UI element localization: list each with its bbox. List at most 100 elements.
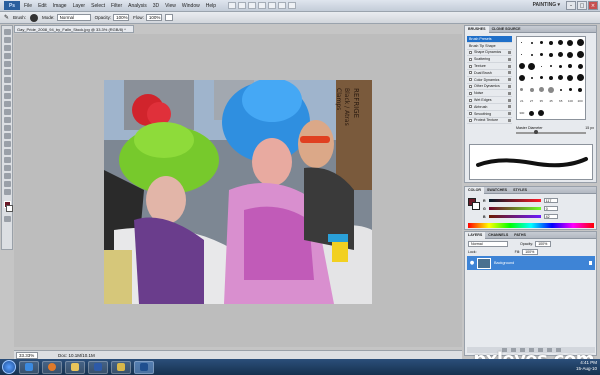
layer-name[interactable]: Background xyxy=(494,261,514,265)
brush-preset-picker[interactable] xyxy=(30,13,39,22)
master-diameter-value[interactable]: 15 px xyxy=(585,126,594,130)
zoom-tool-icon[interactable] xyxy=(258,2,267,9)
minimize-button[interactable]: – xyxy=(566,1,576,10)
brush-tip[interactable] xyxy=(520,88,524,92)
brush-tip[interactable] xyxy=(578,87,583,92)
pen-tool-icon[interactable] xyxy=(3,141,11,147)
brush-tool-icon[interactable] xyxy=(3,85,11,91)
brush-section-item[interactable]: Protect Texture xyxy=(467,118,512,125)
menu-3d[interactable]: 3D xyxy=(153,3,159,9)
menu-image[interactable]: Image xyxy=(53,3,67,9)
brush-section-item[interactable]: Scattering xyxy=(467,56,512,64)
brush-tip[interactable] xyxy=(538,110,545,117)
menu-view[interactable]: View xyxy=(165,3,176,9)
section-checkbox[interactable] xyxy=(469,112,472,116)
blur-tool-icon[interactable] xyxy=(3,125,11,131)
taskbar-folder[interactable] xyxy=(111,360,131,374)
section-checkbox[interactable] xyxy=(469,98,472,102)
visibility-eye-icon[interactable]: ● xyxy=(469,260,475,266)
lock-icon[interactable] xyxy=(508,84,511,88)
green-slider[interactable] xyxy=(488,207,541,210)
brush-tip[interactable] xyxy=(559,88,562,91)
section-checkbox[interactable] xyxy=(469,57,472,61)
brush-tip[interactable] xyxy=(539,41,543,45)
flow-field[interactable]: 100% xyxy=(145,14,162,21)
menu-window[interactable]: Window xyxy=(182,3,200,9)
brush-tip[interactable] xyxy=(568,88,572,92)
lock-icon[interactable] xyxy=(508,57,511,61)
section-checkbox[interactable] xyxy=(469,91,472,95)
mini-bridge-icon[interactable] xyxy=(238,2,247,9)
maximize-button[interactable]: □ xyxy=(577,1,587,10)
section-checkbox[interactable] xyxy=(469,118,472,122)
opacity-field[interactable]: 100% xyxy=(113,14,130,21)
menu-edit[interactable]: Edit xyxy=(38,3,47,9)
document-tab[interactable]: Gay_Pride_2008_94_by_Falln_Stock.jpg @ 3… xyxy=(14,25,134,33)
brush-tip[interactable] xyxy=(521,42,523,44)
brush-section-item[interactable]: Other Dynamics xyxy=(467,84,512,91)
marquee-tool-icon[interactable] xyxy=(3,37,11,43)
brush-tip[interactable] xyxy=(530,41,533,44)
brush-tip[interactable] xyxy=(539,53,543,57)
shape-tool-icon[interactable] xyxy=(3,165,11,171)
lock-icon[interactable] xyxy=(508,50,511,54)
fill-field[interactable]: 100% xyxy=(522,249,539,255)
crop-tool-icon[interactable] xyxy=(3,61,11,67)
eyedropper-tool-icon[interactable] xyxy=(3,69,11,75)
brush-tip[interactable] xyxy=(518,74,525,81)
path-selection-tool-icon[interactable] xyxy=(3,157,11,163)
brush-tip[interactable] xyxy=(567,39,574,46)
dodge-tool-icon[interactable] xyxy=(3,133,11,139)
menu-filter[interactable]: Filter xyxy=(111,3,122,9)
layer-opacity-field[interactable]: 100% xyxy=(535,241,552,247)
brush-section-item[interactable]: Noise xyxy=(467,90,512,98)
brush-tool-icon[interactable]: ✎ xyxy=(4,14,9,21)
lock-icon[interactable] xyxy=(508,64,511,68)
menu-select[interactable]: Select xyxy=(91,3,105,9)
tab-color[interactable]: COLOR xyxy=(465,186,484,194)
brush-section-item[interactable]: Texture xyxy=(467,63,512,70)
quick-select-tool-icon[interactable] xyxy=(3,53,11,59)
lasso-tool-icon[interactable] xyxy=(3,45,11,51)
section-checkbox[interactable] xyxy=(469,105,472,109)
menu-help[interactable]: Help xyxy=(206,3,216,9)
brush-tip[interactable] xyxy=(567,51,574,58)
tab-brushes[interactable]: BRUSHES xyxy=(465,25,489,33)
brush-section-item[interactable]: Brush Presets xyxy=(467,36,512,43)
lock-icon[interactable] xyxy=(508,78,511,82)
history-brush-tool-icon[interactable] xyxy=(3,101,11,107)
brush-tip[interactable] xyxy=(529,110,535,116)
section-checkbox[interactable] xyxy=(469,64,472,68)
blend-mode-select[interactable]: Normal xyxy=(468,241,508,247)
move-tool-icon[interactable] xyxy=(3,29,11,35)
arrange-documents-icon[interactable] xyxy=(278,2,287,9)
lock-icon[interactable] xyxy=(508,71,511,75)
tab-swatches[interactable]: SWATCHES xyxy=(484,188,510,192)
tab-channels[interactable]: CHANNELS xyxy=(485,233,511,237)
brush-tip[interactable] xyxy=(538,87,544,93)
taskbar-ie[interactable] xyxy=(19,360,39,374)
brush-tip[interactable] xyxy=(568,64,573,69)
brush-tip[interactable] xyxy=(518,63,525,70)
lock-icon[interactable] xyxy=(508,112,511,116)
taskbar-explorer[interactable] xyxy=(65,360,85,374)
canvas-photo[interactable]: REFRIGE Black / Atras Clamps xyxy=(104,80,372,304)
brush-tip[interactable] xyxy=(529,87,534,92)
lock-icon[interactable] xyxy=(508,118,511,122)
menu-layer[interactable]: Layer xyxy=(73,3,86,9)
background-color-swatch[interactable] xyxy=(5,205,13,212)
tab-layers[interactable]: LAYERS xyxy=(465,231,486,239)
brush-section-item[interactable]: Dual Brush xyxy=(467,70,512,77)
blue-slider[interactable] xyxy=(488,215,541,218)
red-value-field[interactable]: 117 xyxy=(543,198,558,203)
brush-section-item[interactable]: Brush Tip Shape xyxy=(467,43,512,50)
lock-icon[interactable] xyxy=(508,105,511,109)
tab-styles[interactable]: STYLES xyxy=(510,188,530,192)
brush-section-item[interactable]: Airbrush xyxy=(467,104,512,111)
brush-tip[interactable] xyxy=(576,74,584,82)
section-checkbox[interactable] xyxy=(469,78,472,82)
eraser-tool-icon[interactable] xyxy=(3,109,11,115)
brush-tip[interactable] xyxy=(559,64,563,68)
system-tray-clock[interactable]: 4:41 PM 15-Aug-10 xyxy=(576,360,597,372)
brush-tip[interactable] xyxy=(539,76,543,80)
